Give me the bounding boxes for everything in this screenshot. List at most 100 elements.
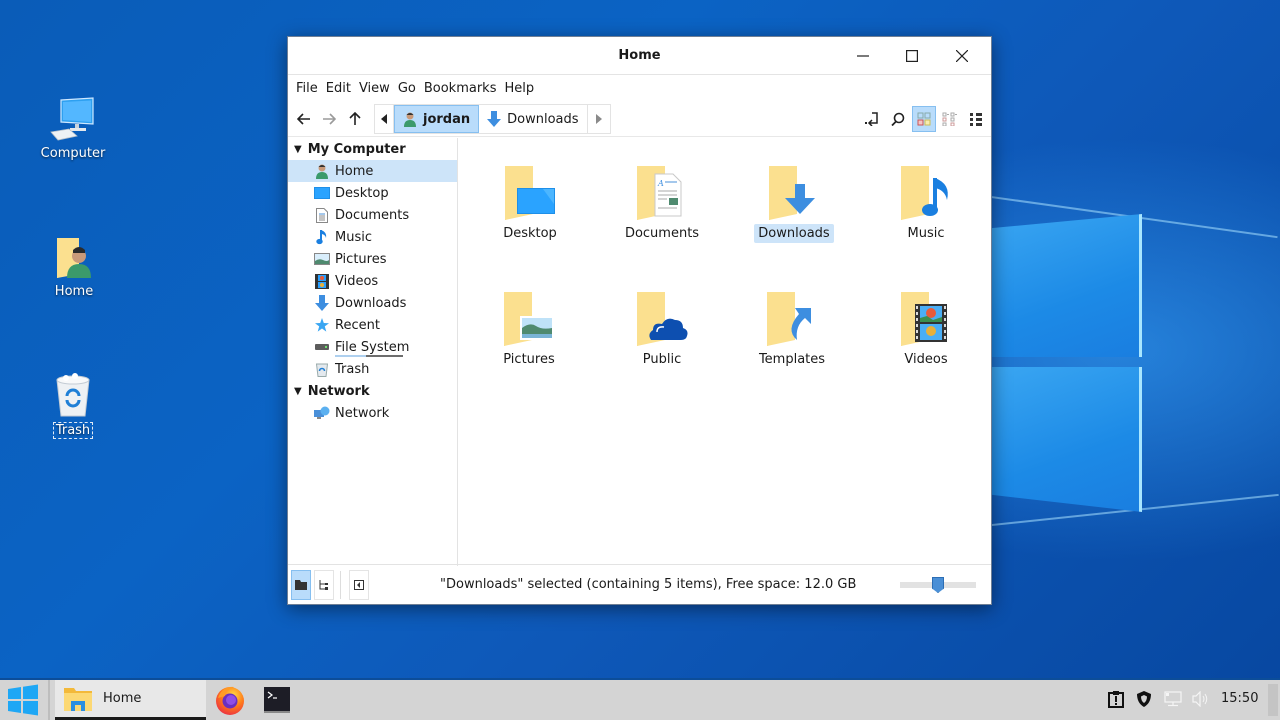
file-item-desktop[interactable]: Desktop <box>475 156 585 243</box>
zoom-slider[interactable] <box>900 577 976 593</box>
file-item-documents[interactable]: A Documents <box>607 156 717 243</box>
file-view[interactable]: Desktop A Documents Downloads Music Pict <box>459 138 991 566</box>
sidebar-item-videos[interactable]: Videos <box>288 270 457 292</box>
back-button[interactable] <box>293 108 315 130</box>
up-button[interactable] <box>344 108 366 130</box>
toggle-location-entry-button[interactable] <box>861 108 883 130</box>
minimize-icon <box>857 55 869 57</box>
folder-music-icon <box>871 156 981 220</box>
computer-icon <box>28 92 118 142</box>
icon-view-icon <box>917 112 931 126</box>
list-view-icon <box>970 113 982 126</box>
sidebar-item-pictures[interactable]: Pictures <box>288 248 457 270</box>
breadcrumb-downloads[interactable]: Downloads <box>479 105 588 133</box>
places-pane-button[interactable] <box>291 570 311 600</box>
arrow-up-icon <box>349 112 361 125</box>
sidebar-item-file-system[interactable]: File System <box>288 336 457 358</box>
menu-go[interactable]: Go <box>394 81 420 96</box>
user-icon <box>403 111 417 127</box>
sidebar-item-home[interactable]: Home <box>288 160 457 182</box>
file-item-templates[interactable]: Templates <box>737 282 847 369</box>
toggle-sidebar-button[interactable] <box>349 570 369 600</box>
search-button[interactable] <box>887 108 909 130</box>
minimize-button[interactable] <box>843 41 883 71</box>
security-tray-button[interactable] <box>1135 690 1153 708</box>
show-desktop-button[interactable] <box>1268 684 1278 716</box>
close-button[interactable] <box>942 41 982 71</box>
taskbar-separator <box>48 680 50 720</box>
sidebar: ▼ My Computer Home Desktop Documents Mus… <box>288 138 458 566</box>
titlebar[interactable]: Home <box>288 37 991 75</box>
divider <box>340 571 341 599</box>
sidebar-item-network[interactable]: Network <box>288 402 457 424</box>
breadcrumb-jordan[interactable]: jordan <box>394 105 480 133</box>
expand-triangle-icon: ▼ <box>294 385 302 397</box>
file-item-public[interactable]: Public <box>607 282 717 369</box>
terminal-launcher[interactable] <box>261 684 293 716</box>
breadcrumb-scroll-right[interactable] <box>588 105 610 133</box>
video-icon <box>314 273 330 289</box>
picture-icon <box>314 251 330 267</box>
maximize-icon <box>906 50 918 62</box>
menu-view[interactable]: View <box>355 81 394 96</box>
file-item-videos[interactable]: Videos <box>871 282 981 369</box>
sidebar-item-desktop[interactable]: Desktop <box>288 182 457 204</box>
folder-videos-icon <box>871 282 981 346</box>
desktop-icon-trash[interactable]: Trash <box>28 368 118 439</box>
folder-templates-icon <box>737 282 847 346</box>
toggle-sidebar-icon <box>354 580 364 590</box>
breadcrumb-scroll-left[interactable] <box>375 105 394 133</box>
file-item-downloads[interactable]: Downloads <box>739 156 849 243</box>
download-arrow-icon <box>487 111 502 127</box>
search-icon <box>891 112 905 126</box>
shield-icon <box>1137 691 1151 707</box>
network-tray-button[interactable] <box>1164 690 1182 708</box>
clock[interactable]: 15:50 <box>1221 691 1258 706</box>
volume-tray-button[interactable] <box>1192 690 1210 708</box>
forward-button[interactable] <box>318 108 340 130</box>
compact-view-button[interactable] <box>938 106 962 132</box>
clipboard-icon <box>1108 691 1124 708</box>
list-view-button[interactable] <box>964 106 988 132</box>
sidebar-item-downloads[interactable]: Downloads <box>288 292 457 314</box>
toolbar: jordan Downloads <box>288 101 991 137</box>
sidebar-item-documents[interactable]: Documents <box>288 204 457 226</box>
sidebar-section-my-computer[interactable]: ▼ My Computer <box>288 138 457 160</box>
windows-logo-icon <box>8 684 38 716</box>
menu-edit[interactable]: Edit <box>322 81 355 96</box>
terminal-icon <box>264 687 290 713</box>
folder-public-icon <box>607 282 717 346</box>
desktop-icon-computer[interactable]: Computer <box>28 92 118 161</box>
arrow-left-icon <box>297 113 310 125</box>
triangle-left-icon <box>381 114 387 124</box>
trash-icon <box>314 361 330 377</box>
arrow-right-icon <box>323 113 336 125</box>
menu-help[interactable]: Help <box>500 81 538 96</box>
star-icon <box>314 317 330 333</box>
sidebar-section-network[interactable]: ▼ Network <box>288 380 457 402</box>
file-manager-icon <box>64 687 92 711</box>
menu-file[interactable]: File <box>292 81 322 96</box>
drive-icon <box>314 339 330 355</box>
window-title: Home <box>618 48 661 63</box>
status-text: "Downloads" selected (containing 5 items… <box>440 577 857 592</box>
maximize-button[interactable] <box>892 41 932 71</box>
trash-icon <box>28 368 118 418</box>
sidebar-item-music[interactable]: Music <box>288 226 457 248</box>
firefox-launcher[interactable] <box>214 684 246 716</box>
icon-view-button[interactable] <box>912 106 936 132</box>
zoom-slider-handle[interactable] <box>932 577 944 593</box>
taskbar-item-home[interactable]: Home <box>55 680 206 720</box>
start-button[interactable] <box>0 680 46 720</box>
folder-pictures-icon <box>474 282 584 346</box>
file-item-music[interactable]: Music <box>871 156 981 243</box>
file-item-pictures[interactable]: Pictures <box>474 282 584 369</box>
clipboard-tray-button[interactable] <box>1107 690 1125 708</box>
sidebar-item-trash[interactable]: Trash <box>288 358 457 380</box>
tree-pane-button[interactable] <box>314 570 334 600</box>
sidebar-item-recent[interactable]: Recent <box>288 314 457 336</box>
menu-bookmarks[interactable]: Bookmarks <box>420 81 501 96</box>
compact-view-icon <box>942 112 957 126</box>
places-pane-icon <box>295 580 307 590</box>
desktop-icon-home[interactable]: Home <box>29 230 119 299</box>
